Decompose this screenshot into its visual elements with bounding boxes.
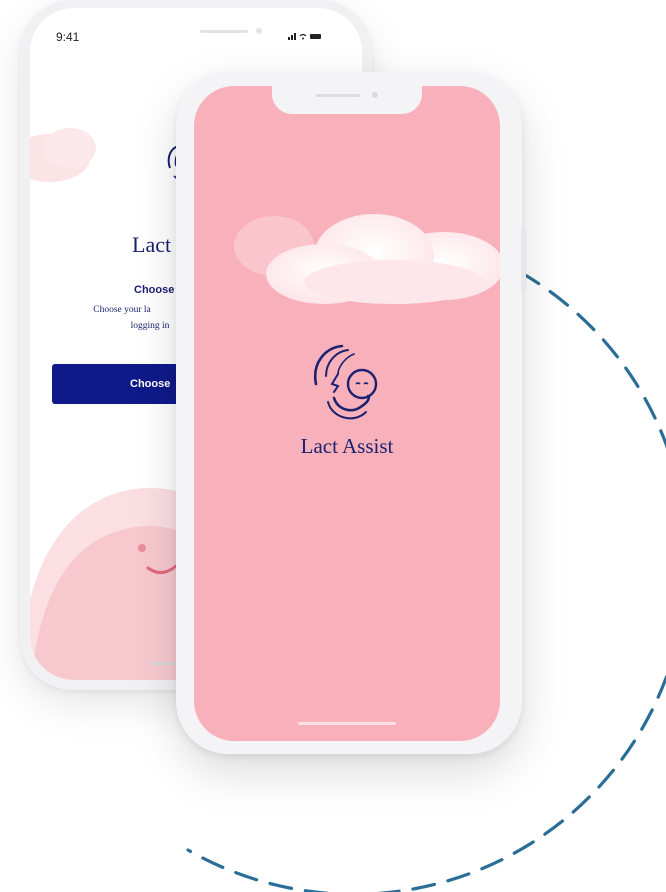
home-indicator — [298, 722, 396, 725]
status-time: 9:41 — [56, 30, 80, 44]
cloud-icon — [234, 214, 500, 304]
signal-icon — [288, 33, 321, 40]
cloud-icon — [30, 128, 96, 182]
mother-baby-logo-icon — [313, 344, 378, 420]
camera-dot — [372, 92, 378, 98]
screen-heading: Choose — [134, 284, 175, 296]
front-phone-mockup: Lact Assist — [176, 72, 526, 754]
app-title: Lact — [132, 232, 172, 257]
camera-dot — [256, 28, 262, 34]
speaker — [200, 30, 248, 33]
notch — [272, 86, 422, 114]
app-title: Lact Assist — [300, 434, 394, 458]
speaker — [316, 94, 360, 97]
splash-screen: Lact Assist — [194, 86, 500, 741]
side-button — [521, 228, 526, 290]
status-icons — [288, 32, 322, 43]
